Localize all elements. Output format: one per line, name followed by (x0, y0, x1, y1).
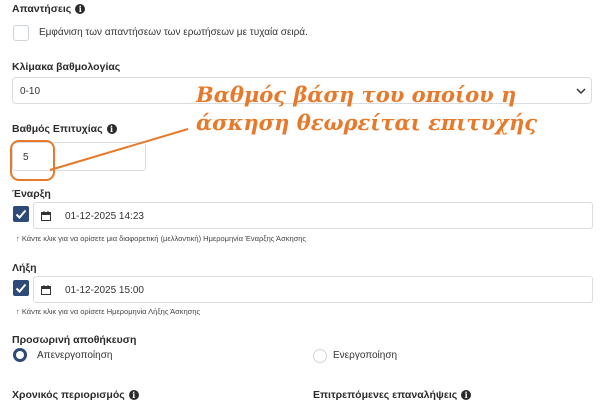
check-icon (15, 209, 27, 219)
start-enabled-checkbox[interactable] (13, 206, 29, 222)
start-hint-text: Κάντε κλικ για να ορίσετε μια διαφορετικ… (21, 234, 307, 243)
allowed-repeats-label-text: Επιτρεπόμενες επαναλήψεις (313, 389, 458, 401)
info-icon[interactable]: i (461, 390, 472, 400)
annotation-line-2: άσκηση θεωρείται επιτυχής (196, 110, 538, 135)
allowed-repeats-label: Επιτρεπόμενες επαναλήψεις i (313, 389, 472, 401)
start-datetime-value: 01-12-2025 14:23 (65, 211, 144, 222)
calendar-icon (41, 211, 51, 221)
autosave-off-label: Απενεργοποίηση (37, 350, 113, 361)
annotation-line-1: Βαθμός βάση του οποίου η (196, 82, 517, 107)
autosave-label: Προσωρινή αποθήκευση (12, 334, 137, 346)
check-icon (15, 283, 27, 293)
start-hint[interactable]: ↑ Κάντε κλικ για να ορίσετε μια διαφορετ… (16, 234, 306, 243)
start-label: Έναρξη (12, 188, 51, 200)
start-datetime-input[interactable]: 01-12-2025 14:23 (33, 202, 593, 229)
time-limit-label: Χρονικός περιορισμός i (12, 389, 139, 401)
end-datetime-input[interactable]: 01-12-2025 15:00 (33, 276, 593, 303)
autosave-on-label: Ενεργοποίηση (333, 350, 398, 361)
end-hint-text: Κάντε κλικ για να ορίσετε Ημερομηνία Λήξ… (21, 307, 201, 316)
calendar-icon (41, 285, 51, 295)
autosave-on-radio[interactable] (313, 349, 327, 363)
info-icon[interactable]: i (128, 390, 139, 400)
autosave-off-radio[interactable] (13, 348, 27, 362)
end-label: Λήξη (12, 262, 37, 274)
end-enabled-checkbox[interactable] (13, 280, 29, 296)
end-hint[interactable]: ↑ Κάντε κλικ για να ορίσετε Ημερομηνία Λ… (16, 307, 200, 316)
time-limit-label-text: Χρονικός περιορισμός (12, 389, 125, 401)
end-datetime-value: 01-12-2025 15:00 (65, 285, 144, 296)
arrow-up-icon: ↑ (16, 234, 20, 243)
arrow-up-icon: ↑ (16, 307, 20, 316)
